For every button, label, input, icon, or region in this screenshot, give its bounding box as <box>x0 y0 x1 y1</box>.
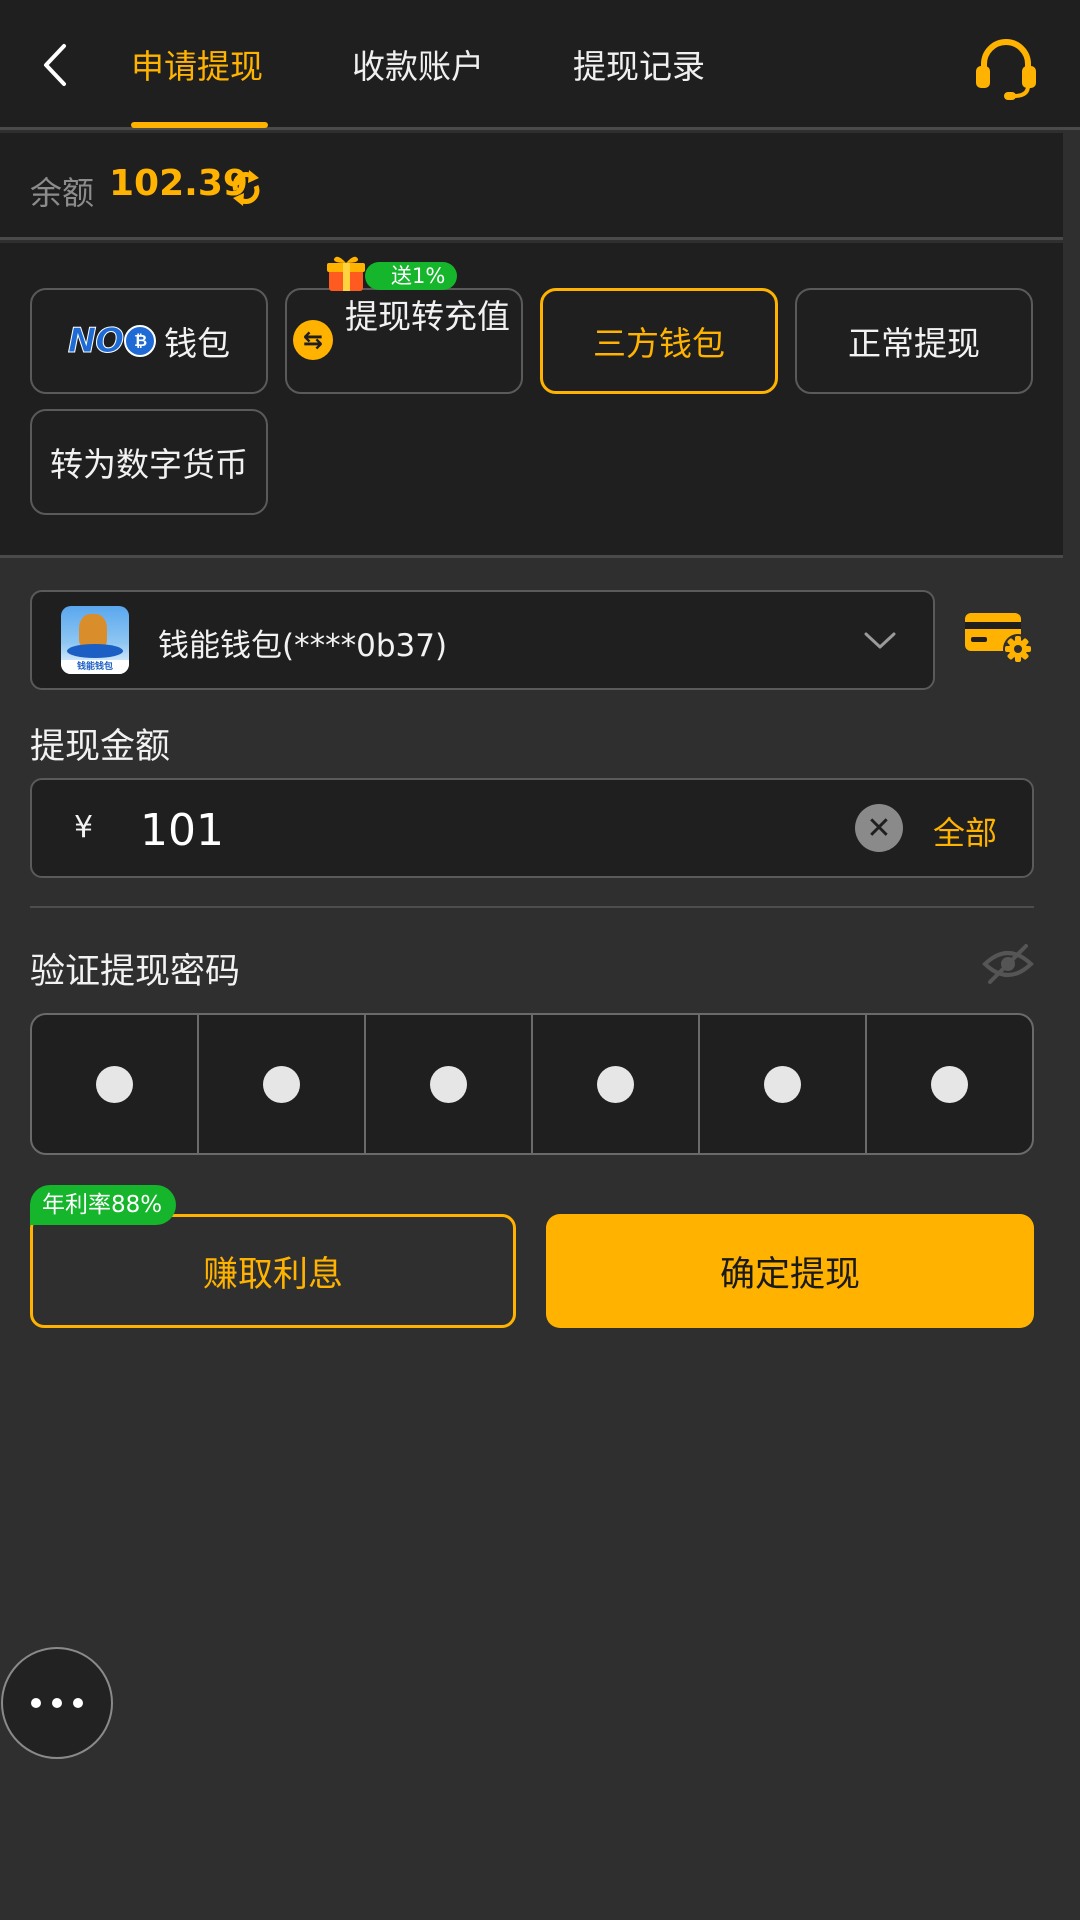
currency-symbol: ¥ <box>74 810 94 845</box>
amount-input[interactable] <box>140 800 840 860</box>
amount-label: 提现金额 <box>30 727 171 767</box>
password-digit-cell[interactable] <box>32 1015 199 1153</box>
active-tab-indicator <box>131 122 268 128</box>
more-dot-icon <box>73 1698 83 1708</box>
eye-off-icon <box>982 944 1034 984</box>
password-digit-cell[interactable] <box>366 1015 533 1153</box>
gift-icon <box>325 251 367 293</box>
password-digit-cell[interactable] <box>867 1015 1032 1153</box>
more-menu-button[interactable] <box>1 1647 113 1759</box>
password-dot <box>931 1065 968 1103</box>
chevron-left-icon <box>44 44 66 86</box>
password-digit-cell[interactable] <box>533 1015 700 1153</box>
wallet-name: 钱能钱包(****0b37) <box>158 628 448 664</box>
password-dot <box>96 1065 133 1103</box>
method-normal-withdraw-button[interactable]: 正常提现 <box>795 288 1033 394</box>
bitcoin-icon: ₿ <box>124 325 157 357</box>
back-button[interactable] <box>22 30 92 100</box>
more-dot-icon <box>52 1698 62 1708</box>
password-dot <box>764 1065 801 1103</box>
promo-badge: 送1% <box>365 262 458 290</box>
method-crypto-button[interactable]: 转为数字货币 <box>30 409 268 515</box>
chevron-down-icon <box>862 626 898 654</box>
balance-label: 余额 <box>30 174 95 212</box>
method-no-wallet-label: 钱包 <box>164 324 231 363</box>
withdraw-all-button[interactable]: 全部 <box>933 808 997 854</box>
close-icon: ✕ <box>866 810 892 846</box>
wallet-logo: 钱能钱包 <box>61 606 129 674</box>
swap-icon: ⇆ <box>293 320 333 360</box>
manage-cards-button[interactable] <box>963 609 1035 665</box>
customer-service-button[interactable] <box>970 32 1042 104</box>
refresh-balance-button[interactable] <box>228 168 264 208</box>
clear-amount-button[interactable]: ✕ <box>855 804 903 852</box>
refresh-icon <box>232 170 260 206</box>
no-wallet-logo: NO ₿ <box>67 321 157 362</box>
password-label: 验证提现密码 <box>30 952 241 992</box>
method-no-wallet-button[interactable]: NO ₿ 钱包 <box>30 288 268 394</box>
password-digit-cell[interactable] <box>199 1015 366 1153</box>
earn-interest-button[interactable]: 赚取利息 <box>30 1214 516 1328</box>
confirm-withdraw-button[interactable]: 确定提现 <box>546 1214 1034 1328</box>
card-settings-icon <box>965 613 1033 664</box>
tab-receiving-account[interactable]: 收款账户 <box>352 40 484 88</box>
method-third-party-wallet-button[interactable]: 三方钱包 <box>540 288 778 394</box>
tab-apply-withdraw[interactable]: 申请提现 <box>131 40 263 88</box>
more-dot-icon <box>31 1698 41 1708</box>
password-dot <box>597 1065 634 1103</box>
password-input[interactable] <box>30 1013 1034 1155</box>
interest-rate-badge: 年利率88% <box>30 1185 177 1225</box>
method-recharge-label: 提现转充值 <box>345 297 510 336</box>
password-digit-cell[interactable] <box>700 1015 867 1153</box>
tab-withdraw-records[interactable]: 提现记录 <box>573 40 705 88</box>
toggle-password-visibility-button[interactable] <box>982 942 1034 986</box>
headset-icon <box>976 39 1036 100</box>
divider <box>30 906 1034 908</box>
password-dot <box>430 1065 467 1103</box>
password-dot <box>263 1065 300 1103</box>
